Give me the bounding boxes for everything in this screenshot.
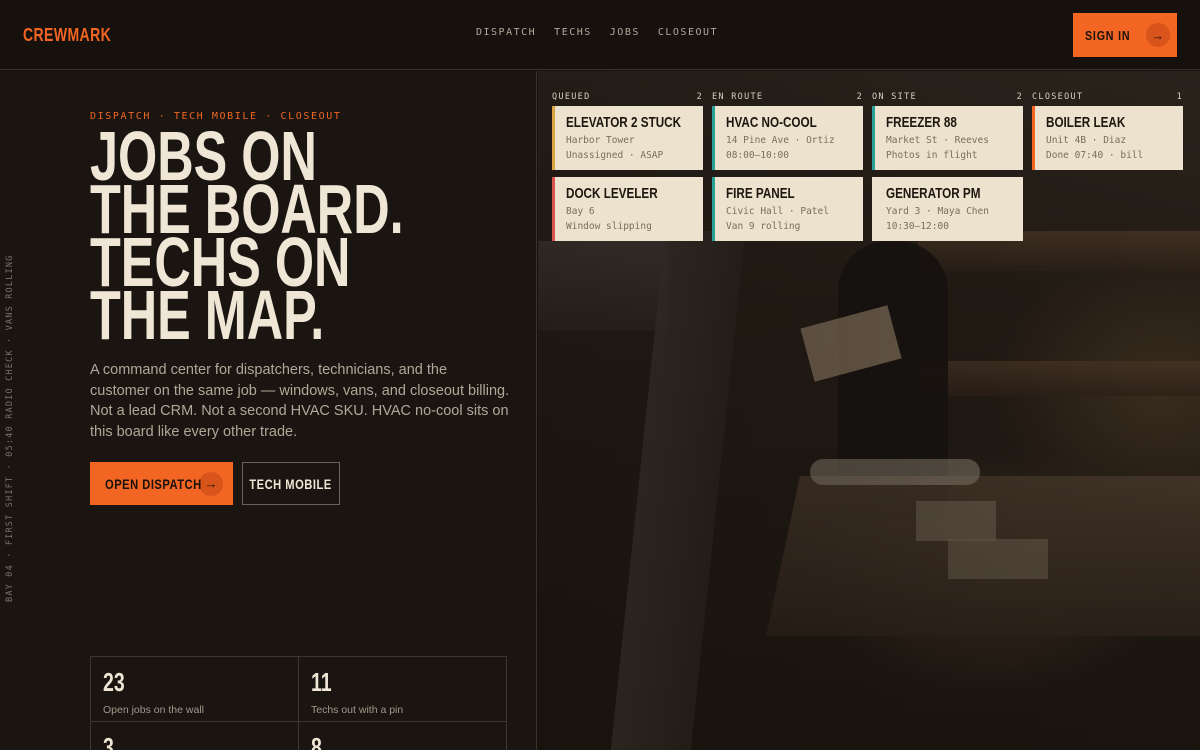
job-card[interactable]: FIRE PANEL Civic Hall · Patel Van 9 roll… — [712, 177, 863, 241]
column-title: QUEUED — [552, 92, 591, 102]
job-detail: Civic Hall · Patel — [726, 206, 829, 217]
stat-label: Techs out with a pin — [311, 704, 404, 716]
sign-in-label: SIGN IN — [1085, 27, 1131, 43]
job-detail: Bay 6 — [566, 206, 595, 217]
job-card[interactable]: FREEZER 88 Market St · Reeves Photos in … — [872, 106, 1023, 170]
job-title: HVAC NO-COOL — [726, 114, 817, 131]
job-status: 10:30–12:00 — [886, 221, 949, 232]
stat-open-jobs: 23 Open jobs on the wall — [91, 657, 299, 722]
column-header: ON SITE 2 — [872, 88, 1023, 106]
job-status: Done 07:40 · bill — [1046, 150, 1144, 161]
job-detail: Market St · Reeves — [886, 135, 989, 146]
job-detail: Unit 4B · Diaz — [1046, 135, 1127, 146]
top-header: CREWMARK DISPATCH TECHS JOBS CLOSEOUT SI… — [0, 0, 1200, 70]
stat-third: 3 — [91, 722, 299, 750]
stat-value: 23 — [103, 667, 125, 697]
stat-techs-out: 11 Techs out with a pin — [299, 657, 507, 722]
board-column-en-route: EN ROUTE 2 HVAC NO-COOL 14 Pine Ave · Or… — [712, 88, 863, 248]
nav-dispatch[interactable]: DISPATCH — [476, 27, 536, 38]
arrow-right-icon: → — [1145, 23, 1170, 47]
job-detail: Harbor Tower — [566, 135, 635, 146]
job-title: FREEZER 88 — [886, 114, 957, 131]
open-dispatch-label: OPEN DISPATCH — [105, 475, 202, 492]
stat-value: 3 — [103, 732, 114, 750]
column-header: EN ROUTE 2 — [712, 88, 863, 106]
column-title: EN ROUTE — [712, 92, 764, 102]
job-detail: Yard 3 · Maya Chen — [886, 206, 989, 217]
stat-value: 11 — [311, 667, 332, 697]
main-nav: DISPATCH TECHS JOBS CLOSEOUT — [476, 27, 718, 38]
job-card[interactable]: BOILER LEAK Unit 4B · Diaz Done 07:40 · … — [1032, 106, 1183, 170]
job-title: GENERATOR PM — [886, 185, 981, 202]
stats-grid: 23 Open jobs on the wall 11 Techs out wi… — [90, 656, 507, 750]
arrow-right-icon: → — [199, 471, 223, 496]
job-status: 08:00–10:00 — [726, 150, 789, 161]
stat-fourth: 8 — [299, 722, 507, 750]
job-status: Photos in flight — [886, 150, 978, 161]
job-status: Window slipping — [566, 221, 652, 232]
column-count: 1 — [1176, 92, 1183, 102]
job-title: DOCK LEVELER — [566, 185, 658, 202]
job-title: FIRE PANEL — [726, 185, 795, 202]
brand-logo[interactable]: CREWMARK — [23, 25, 111, 46]
hero-headline: JOBS ON THE BOARD. TECHS ON THE MAP. — [90, 121, 510, 350]
sign-in-button[interactable]: SIGN IN → — [1073, 13, 1177, 57]
hero-lead: A command center for dispatchers, techni… — [90, 362, 510, 440]
vertical-status-text: BAY 04 · FIRST SHIFT · 05:40 RADIO CHECK… — [5, 254, 15, 602]
job-card[interactable]: HVAC NO-COOL 14 Pine Ave · Ortiz 08:00–1… — [712, 106, 863, 170]
board-column-closeout: CLOSEOUT 1 BOILER LEAK Unit 4B · Diaz Do… — [1032, 88, 1183, 177]
column-header: CLOSEOUT 1 — [1032, 88, 1183, 106]
job-card[interactable]: GENERATOR PM Yard 3 · Maya Chen 10:30–12… — [872, 177, 1023, 241]
column-header: QUEUED 2 — [552, 88, 703, 106]
job-title: BOILER LEAK — [1046, 114, 1126, 131]
column-count: 2 — [696, 92, 703, 102]
job-card[interactable]: DOCK LEVELER Bay 6 Window slipping — [552, 177, 703, 241]
nav-closeout[interactable]: CLOSEOUT — [658, 27, 718, 38]
job-card[interactable]: ELEVATOR 2 STUCK Harbor Tower Unassigned… — [552, 106, 703, 170]
column-count: 2 — [856, 92, 863, 102]
nav-jobs[interactable]: JOBS — [610, 27, 640, 38]
column-title: ON SITE — [872, 92, 917, 102]
stat-label: Open jobs on the wall — [103, 704, 204, 716]
board-column-queued: QUEUED 2 ELEVATOR 2 STUCK Harbor Tower U… — [552, 88, 703, 248]
stat-value: 8 — [311, 732, 322, 750]
tech-mobile-label: TECH MOBILE — [249, 475, 333, 492]
column-title: CLOSEOUT — [1032, 92, 1084, 102]
job-status: Van 9 rolling — [726, 221, 801, 232]
job-detail: 14 Pine Ave · Ortiz — [726, 135, 835, 146]
job-title: ELEVATOR 2 STUCK — [566, 114, 682, 131]
job-status: Unassigned · ASAP — [566, 150, 664, 161]
nav-techs[interactable]: TECHS — [554, 27, 592, 38]
column-count: 2 — [1016, 92, 1023, 102]
open-dispatch-button[interactable]: OPEN DISPATCH → — [90, 462, 233, 505]
tech-mobile-button[interactable]: TECH MOBILE — [242, 462, 340, 505]
board-column-on-site: ON SITE 2 FREEZER 88 Market St · Reeves … — [872, 88, 1023, 248]
